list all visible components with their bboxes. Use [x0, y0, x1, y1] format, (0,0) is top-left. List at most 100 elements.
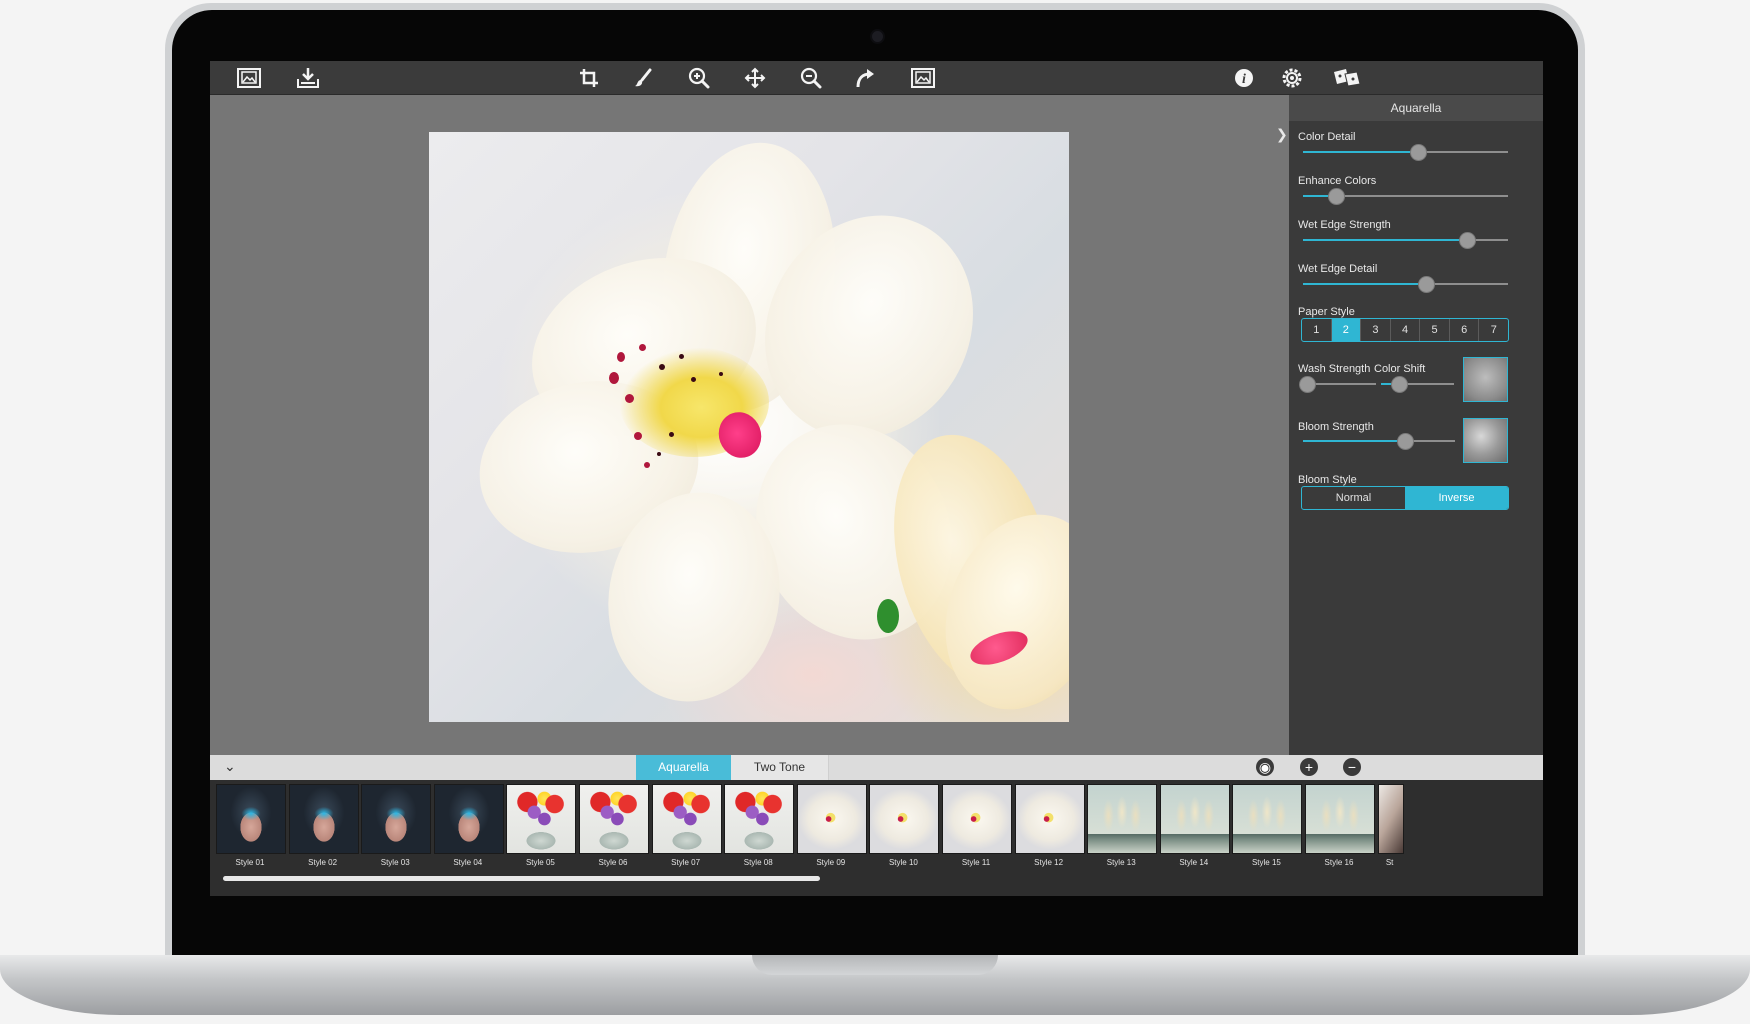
style-name: Style 05 — [525, 858, 555, 867]
crop-icon[interactable] — [576, 65, 602, 91]
style-name: Style 04 — [453, 858, 483, 867]
style-name: Style 16 — [1324, 858, 1354, 867]
wet-edge-detail-label: Wet Edge Detail — [1298, 263, 1378, 275]
style-preview-image — [506, 784, 577, 854]
camera — [870, 29, 885, 44]
style-preview-image — [361, 784, 432, 854]
canvas-area[interactable]: ❯ — [210, 95, 1288, 755]
style-name: Style 07 — [671, 858, 701, 867]
style-preview-image — [288, 784, 359, 854]
style-name: Style 13 — [1106, 858, 1136, 867]
add-icon[interactable]: + — [1300, 758, 1318, 776]
style-preview-image — [796, 784, 867, 854]
info-icon[interactable]: i — [1231, 65, 1257, 91]
style-thumbnail[interactable]: Style 09 — [796, 784, 867, 867]
pan-icon[interactable] — [742, 65, 768, 91]
style-name: Style 09 — [816, 858, 846, 867]
color-detail-slider[interactable] — [1303, 144, 1508, 161]
adjustment-panel: Aquarella Color Detail Enhance Colors We… — [1289, 95, 1543, 755]
paper-style-label: Paper Style — [1298, 306, 1355, 318]
style-preview-image — [1232, 784, 1303, 854]
style-preview-image — [433, 784, 504, 854]
wet-edge-strength-slider[interactable] — [1303, 232, 1508, 249]
paper-style-option[interactable]: 6 — [1450, 319, 1480, 341]
color-shift-label: Color Shift — [1374, 363, 1426, 375]
paper-style-option[interactable]: 2 — [1331, 319, 1362, 341]
wash-strength-slider[interactable] — [1298, 376, 1376, 393]
style-thumbnail[interactable]: St — [1377, 784, 1404, 867]
remove-icon[interactable]: − — [1343, 758, 1361, 776]
wet-edge-detail-slider[interactable] — [1303, 276, 1508, 293]
chevron-right-icon[interactable]: ❯ — [1276, 126, 1288, 143]
wash-strength-label: Wash Strength — [1298, 363, 1371, 375]
style-name: Style 14 — [1179, 858, 1209, 867]
chevron-down-icon[interactable]: ⌄ — [224, 758, 236, 775]
style-thumbnail[interactable]: Style 13 — [1087, 784, 1158, 867]
image-icon[interactable] — [236, 65, 262, 91]
style-preview-image — [869, 784, 940, 854]
style-preview-image — [1377, 784, 1404, 854]
style-thumbnail[interactable]: Style 12 — [1014, 784, 1085, 867]
paper-style-option[interactable]: 4 — [1391, 319, 1421, 341]
svg-text:i: i — [1242, 72, 1246, 87]
style-name: Style 01 — [235, 858, 265, 867]
share-icon[interactable] — [1332, 65, 1362, 91]
wash-texture-preview[interactable] — [1463, 357, 1508, 402]
color-detail-label: Color Detail — [1298, 131, 1356, 143]
tab-two-tone[interactable]: Two Tone — [731, 755, 829, 780]
save-icon[interactable] — [295, 65, 321, 91]
bloom-style-inverse[interactable]: Inverse — [1405, 487, 1508, 509]
style-thumbnail[interactable]: Style 16 — [1305, 784, 1375, 867]
style-preview-image — [651, 784, 722, 854]
bloom-texture-preview[interactable] — [1463, 418, 1508, 463]
brush-icon[interactable] — [630, 65, 656, 91]
style-thumbnail[interactable]: Style 04 — [433, 784, 504, 867]
style-preview-image — [1305, 784, 1375, 854]
style-preview-image — [724, 784, 795, 854]
edited-photo[interactable] — [429, 132, 1069, 722]
tab-aquarella[interactable]: Aquarella — [636, 755, 731, 780]
bloom-style-normal[interactable]: Normal — [1302, 487, 1405, 509]
share-icon[interactable]: ◉ — [1256, 758, 1274, 776]
style-thumbnail[interactable]: Style 07 — [651, 784, 722, 867]
style-thumbnail[interactable]: Style 06 — [579, 784, 649, 867]
style-thumbnail[interactable]: Style 10 — [869, 784, 940, 867]
zoom-out-icon[interactable] — [798, 65, 824, 91]
style-preview-image — [1159, 784, 1230, 854]
style-name: Style 15 — [1251, 858, 1281, 867]
paper-style-option[interactable]: 7 — [1479, 319, 1508, 341]
redo-icon[interactable] — [853, 65, 879, 91]
paper-style-option[interactable]: 3 — [1361, 319, 1391, 341]
style-name: Style 06 — [598, 858, 628, 867]
style-thumbnail[interactable]: Style 14 — [1159, 784, 1230, 867]
laptop-notch — [752, 955, 998, 975]
settings-icon[interactable] — [1279, 65, 1305, 91]
bloom-strength-slider[interactable] — [1303, 433, 1455, 450]
color-shift-slider[interactable] — [1381, 376, 1454, 393]
style-thumbnail[interactable]: Style 02 — [288, 784, 359, 867]
style-thumbnail[interactable]: Style 15 — [1232, 784, 1303, 867]
style-thumbnail[interactable]: Style 05 — [506, 784, 577, 867]
style-name: Style 10 — [888, 858, 918, 867]
style-preview-image — [942, 784, 1012, 854]
style-thumbnail[interactable]: Style 03 — [361, 784, 432, 867]
horizontal-scrollbar[interactable] — [223, 876, 820, 881]
style-tabs-bar: ⌄ Aquarella Two Tone ◉ + − — [210, 755, 1543, 780]
fit-image-icon[interactable] — [910, 65, 936, 91]
bloom-style-label: Bloom Style — [1298, 474, 1357, 486]
style-name: Style 02 — [308, 858, 338, 867]
style-thumbnail[interactable]: Style 08 — [724, 784, 795, 867]
zoom-in-icon[interactable] — [686, 65, 712, 91]
toolbar: i — [210, 61, 1543, 95]
style-name: Style 03 — [380, 858, 410, 867]
style-thumbnail[interactable]: Style 01 — [216, 784, 286, 867]
style-name: Style 08 — [743, 858, 773, 867]
enhance-colors-slider[interactable] — [1303, 188, 1508, 205]
paper-style-option[interactable]: 1 — [1302, 319, 1332, 341]
style-preview-image — [579, 784, 649, 854]
panel-title: Aquarella — [1289, 95, 1543, 121]
enhance-colors-label: Enhance Colors — [1298, 175, 1377, 187]
style-thumbnail[interactable]: Style 11 — [942, 784, 1012, 867]
style-name: Style 12 — [1034, 858, 1064, 867]
paper-style-option[interactable]: 5 — [1420, 319, 1450, 341]
